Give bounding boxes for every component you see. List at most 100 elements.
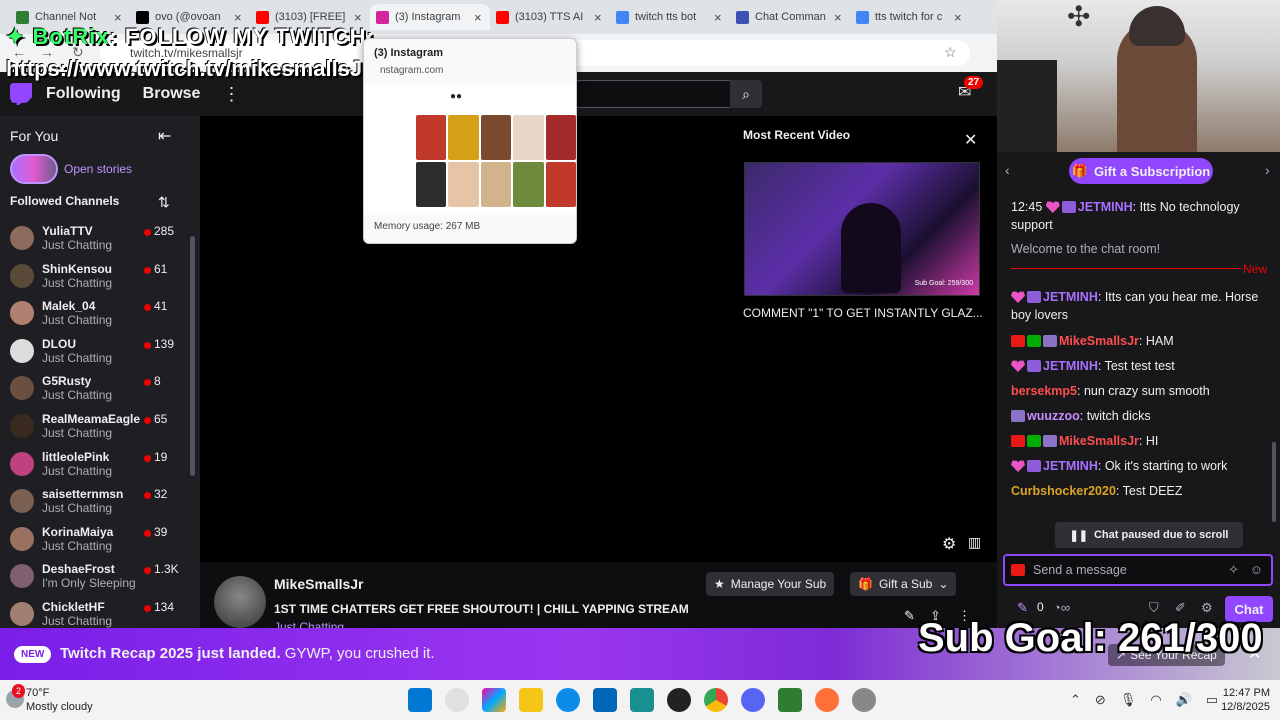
edge-icon[interactable] — [556, 688, 580, 712]
live-dot-icon — [144, 341, 151, 349]
recent-video-caption[interactable]: COMMENT "1" TO GET INSTANTLY GLAZ... — [743, 306, 983, 320]
gift-subscription-button[interactable]: 🎁 Gift a Subscription — [1069, 158, 1213, 184]
shield-icon[interactable]: ⛉ — [1149, 600, 1159, 616]
manage-sub-button[interactable]: ★ Manage Your Sub — [706, 572, 835, 596]
sidebar-channel-g5rusty[interactable]: G5Rusty Just Chatting 8 — [0, 372, 190, 408]
windows-start-icon[interactable] — [408, 688, 432, 712]
chat-username[interactable]: JETMINH — [1043, 359, 1098, 373]
sidebar-channel-korinamaiya[interactable]: KorinaMaiya Just Chatting 39 — [0, 523, 190, 559]
channel-name: ChickletHF — [42, 600, 105, 614]
viewer-count: 19 — [154, 449, 168, 464]
browser-tab[interactable]: twitch tts bot × — [610, 4, 730, 30]
chat-paused-button[interactable]: ❚❚ Chat paused due to scroll — [1055, 522, 1243, 548]
streamer-avatar[interactable] — [214, 576, 266, 628]
sidebar-channel-littleolepink[interactable]: littleolePink Just Chatting 19 — [0, 448, 190, 484]
chat-username[interactable]: bersekmp5 — [1011, 384, 1077, 398]
nav-following[interactable]: Following — [46, 85, 121, 103]
network-off-icon[interactable]: ⊘ — [1095, 692, 1106, 708]
hype-icon[interactable]: ◔∞ — [1053, 600, 1070, 615]
effects-icon[interactable]: ✧ — [1228, 562, 1239, 578]
chat-text: : nun crazy sum smooth — [1077, 384, 1210, 398]
recent-video-thumbnail[interactable]: Sub Goal: 259/300 — [744, 162, 980, 296]
chevron-right-icon[interactable]: › — [1265, 162, 1270, 178]
firefox-icon[interactable] — [815, 688, 839, 712]
heart-badge-icon — [1011, 291, 1025, 303]
chat-username[interactable]: MikeSmallsJr — [1059, 334, 1139, 348]
sidebar-channel-dlou[interactable]: DLOU Just Chatting 139 — [0, 335, 190, 371]
pen-icon[interactable]: ✐ — [1175, 600, 1186, 616]
wifi-icon[interactable]: ◠ — [1150, 692, 1161, 708]
file-explorer-icon[interactable] — [519, 688, 543, 712]
obs-icon[interactable] — [667, 688, 691, 712]
gift-icon: 🎁 — [858, 577, 873, 591]
chevron-up-icon[interactable]: ⌃ — [1070, 692, 1081, 708]
sort-icon[interactable]: ⇅ — [158, 194, 170, 211]
close-icon[interactable]: × — [834, 10, 844, 25]
chat-username[interactable]: wuuzzoo — [1027, 409, 1080, 423]
channel-points-icon[interactable]: ✎ — [1017, 600, 1028, 616]
close-icon[interactable]: × — [594, 10, 604, 25]
search-input[interactable] — [575, 80, 730, 108]
sidebar-channel-realmeamaeagle[interactable]: RealMeamaEagle Just Chatting 65 — [0, 410, 190, 446]
twitch-logo-icon[interactable] — [10, 83, 32, 105]
clock[interactable]: 12:47 PM 12/8/2025 — [1220, 686, 1270, 714]
copilot-icon[interactable] — [482, 688, 506, 712]
sidebar-scrollbar[interactable] — [190, 236, 195, 476]
chat-username[interactable]: JETMINH — [1043, 290, 1098, 304]
settings-icon[interactable] — [852, 688, 876, 712]
volume-icon[interactable]: 🔊 — [1176, 692, 1192, 708]
open-stories[interactable]: Open stories — [10, 154, 132, 184]
avatar — [10, 602, 34, 626]
chat-message-input[interactable]: Send a message ✧ ☺ — [1003, 554, 1273, 586]
browser-tab[interactable]: tts twitch for c × — [850, 4, 970, 30]
more-menu-icon[interactable]: ⋮ — [222, 84, 240, 105]
new-tag: NEW — [14, 646, 52, 663]
search-icon[interactable]: ⌕ — [730, 80, 762, 108]
chat-username[interactable]: MikeSmallsJr — [1059, 434, 1139, 448]
close-icon[interactable]: × — [114, 10, 124, 25]
streamer-name[interactable]: MikeSmallsJr — [274, 576, 364, 592]
theatre-mode-icon[interactable]: ▥ — [968, 534, 981, 551]
microphone-icon[interactable]: 🎙 — [1120, 692, 1137, 708]
close-icon[interactable]: × — [474, 10, 484, 25]
app-icon[interactable] — [630, 688, 654, 712]
settings-gear-icon[interactable]: ⚙ — [942, 534, 956, 554]
sidebar-channel-saisetternmsn[interactable]: saisetternmsn Just Chatting 32 — [0, 485, 190, 521]
sidebar-channel-shinkensou[interactable]: ShinKensou Just Chatting 61 — [0, 260, 190, 296]
chrome-icon[interactable] — [704, 688, 728, 712]
emote-picker-icon[interactable]: ☺ — [1250, 562, 1263, 577]
inbox-icon[interactable]: ✉ 27 — [958, 76, 984, 102]
close-icon[interactable]: ✕ — [964, 130, 977, 150]
avatar — [10, 263, 34, 288]
sidebar-channel-malek_04[interactable]: Malek_04 Just Chatting 41 — [0, 297, 190, 333]
close-icon[interactable]: × — [714, 10, 724, 25]
close-icon[interactable]: × — [354, 10, 364, 25]
close-icon[interactable]: × — [234, 10, 244, 25]
browser-tab[interactable]: (3103) TTS AI × — [490, 4, 610, 30]
gift-sub-button[interactable]: 🎁 Gift a Sub ⌄ — [850, 572, 957, 596]
gear-icon[interactable]: ⚙ — [1201, 600, 1213, 616]
bookmark-star-icon[interactable]: ☆ — [944, 44, 957, 61]
chat-scrollbar[interactable] — [1272, 442, 1276, 522]
app-icon[interactable] — [778, 688, 802, 712]
weather-widget[interactable]: 2 70°F Mostly cloudy — [6, 684, 93, 714]
nav-browse[interactable]: Browse — [143, 85, 201, 103]
chevron-left-icon[interactable]: ‹ — [1005, 162, 1010, 178]
chat-username[interactable]: Curbshocker2020 — [1011, 484, 1116, 498]
battery-icon[interactable]: ▭ — [1206, 692, 1218, 708]
collapse-sidebar-icon[interactable]: ⇤ — [158, 126, 171, 146]
browser-tab[interactable]: Chat Comman × — [730, 4, 850, 30]
edit-icon[interactable]: ✎ — [904, 608, 915, 624]
channel-name: DeshaeFrost — [42, 562, 115, 577]
store-icon[interactable] — [593, 688, 617, 712]
sidebar-channel-deshaefrost[interactable]: DeshaeFrost I'm Only Sleeping 1.3K — [0, 560, 190, 596]
browser-tab-instagram[interactable]: (3) Instagram × — [370, 4, 490, 30]
sidebar-channel-yuliattv[interactable]: YuliaTTV Just Chatting 285 — [0, 222, 190, 258]
chat-username[interactable]: JETMINH — [1078, 200, 1133, 214]
close-icon[interactable]: × — [954, 10, 964, 25]
chat-username[interactable]: JETMINH — [1043, 459, 1098, 473]
search-icon[interactable] — [445, 688, 469, 712]
discord-icon[interactable] — [741, 688, 765, 712]
sidebar-channel-chicklethf[interactable]: ChickletHF Just Chatting 134 — [0, 598, 190, 628]
video-player[interactable]: Most Recent Video ✕ Sub Goal: 259/300 CO… — [200, 116, 997, 562]
